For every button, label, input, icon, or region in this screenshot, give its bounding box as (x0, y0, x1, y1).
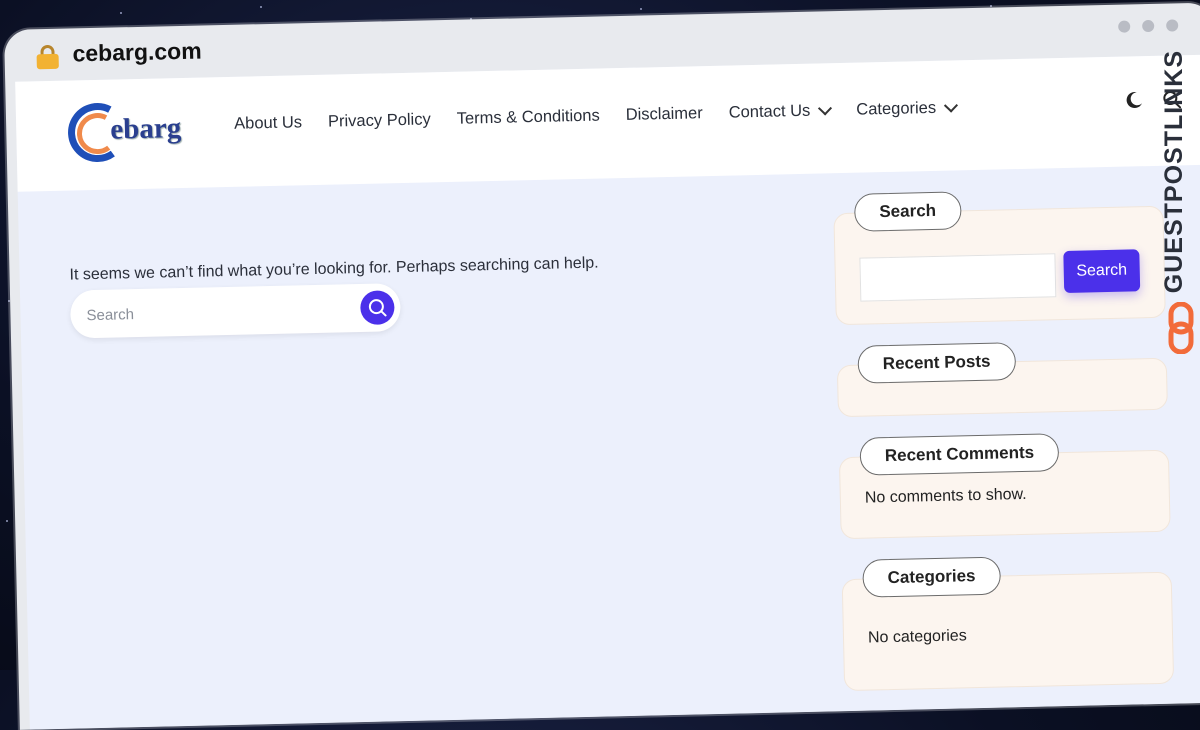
sidebar: Search Search Recent Posts Recent Commen… (833, 191, 1175, 730)
nav-terms-conditions[interactable]: Terms & Conditions (457, 107, 600, 129)
chevron-down-icon (818, 101, 833, 116)
chevron-down-icon (943, 98, 959, 113)
site-logo[interactable]: ebarg (66, 98, 198, 171)
no-categories-text: No categories (867, 627, 967, 647)
window-dot-icon[interactable] (1118, 20, 1131, 33)
main-search-button[interactable] (360, 290, 395, 325)
recent-comments-widget: Recent Comments No comments to show. (838, 433, 1171, 540)
main-nav: About Us Privacy Policy Terms & Conditio… (234, 98, 959, 134)
chain-link-icon (1168, 302, 1194, 354)
nav-about-us[interactable]: About Us (234, 113, 302, 134)
sidebar-search-input[interactable] (859, 253, 1057, 302)
window-dot-icon[interactable] (1166, 19, 1179, 32)
nav-label: Contact Us (728, 101, 811, 122)
nav-categories[interactable]: Categories (856, 98, 959, 119)
search-icon (368, 299, 387, 317)
main-search-input[interactable] (84, 295, 349, 330)
categories-widget: Categories No categories (841, 556, 1175, 692)
window-dot-icon[interactable] (1142, 19, 1155, 33)
recent-posts-widget: Recent Posts (836, 342, 1168, 418)
lock-icon (36, 44, 59, 70)
dark-mode-moon-icon[interactable] (1124, 90, 1144, 110)
widget-title: Recent Posts (857, 342, 1016, 384)
url-text[interactable]: cebarg.com (72, 38, 202, 68)
nav-label: About Us (233, 113, 303, 133)
nav-label: Categories (856, 98, 937, 119)
sidebar-search-button[interactable]: Search (1063, 249, 1141, 294)
main-search-form (69, 283, 401, 339)
search-widget: Search Search (833, 191, 1166, 326)
page-viewport: ebarg About Us Privacy Policy Terms & Co… (15, 54, 1200, 730)
nav-label: Disclaimer (625, 104, 703, 124)
no-comments-text: No comments to show. (864, 485, 1027, 507)
nav-label: Privacy Policy (327, 110, 431, 131)
nav-privacy-policy[interactable]: Privacy Policy (328, 110, 431, 131)
browser-window: cebarg.com ebarg About Us Privacy Policy… (4, 2, 1200, 730)
nav-disclaimer[interactable]: Disclaimer (626, 104, 703, 125)
not-found-message: It seems we can’t find what you’re looki… (69, 254, 599, 284)
widget-title: Categories (862, 556, 1001, 598)
nav-label: Terms & Conditions (456, 106, 600, 128)
widget-title: Search (853, 191, 962, 232)
window-controls (1118, 19, 1179, 33)
widget-title: Recent Comments (859, 433, 1060, 476)
nav-contact-us[interactable]: Contact Us (728, 101, 833, 122)
logo-text: ebarg (109, 112, 182, 146)
